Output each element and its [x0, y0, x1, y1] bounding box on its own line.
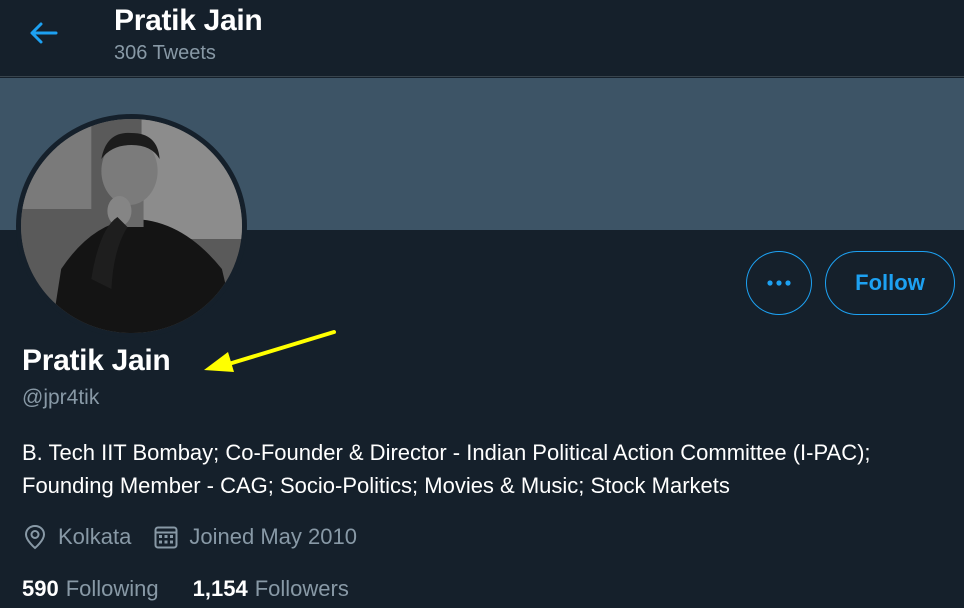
profile-bio: B. Tech IIT Bombay; Co-Founder & Directo… [22, 440, 871, 498]
follow-button[interactable]: Follow [825, 251, 955, 315]
following-count: 590 [22, 576, 59, 601]
header-title: Pratik Jain [114, 4, 263, 37]
avatar[interactable] [16, 114, 247, 338]
joined-text: Joined May 2010 [189, 524, 357, 549]
profile-stats: 590 Following 1,154 Followers [22, 572, 383, 606]
location-text: Kolkata [58, 524, 132, 549]
profile-page: Pratik Jain 306 Tweets Follow Pratik Jai… [0, 0, 964, 608]
following-label: Following [65, 576, 159, 601]
more-horizontal-icon [767, 280, 791, 286]
more-options-button[interactable] [746, 251, 812, 315]
calendar-icon [154, 526, 178, 549]
following-link[interactable]: 590 Following [22, 576, 159, 602]
followers-count: 1,154 [192, 576, 248, 601]
header-tweet-count: 306 Tweets [114, 42, 216, 64]
profile-display-name: Pratik Jain [22, 344, 171, 377]
back-button[interactable] [22, 14, 66, 52]
location-pin-icon [24, 524, 46, 550]
profile-header-bar: Pratik Jain 306 Tweets [0, 0, 964, 77]
location-item: Kolkata [22, 524, 131, 550]
arrow-left-icon [30, 22, 58, 44]
profile-handle: @jpr4tik [22, 386, 100, 409]
followers-label: Followers [254, 576, 349, 601]
annotation-arrow-icon [204, 330, 336, 372]
profile-meta: Kolkata Joined May 2010 [22, 520, 379, 554]
joined-item: Joined May 2010 [153, 524, 357, 550]
followers-link[interactable]: 1,154 Followers [193, 576, 349, 602]
avatar-photo [21, 119, 242, 333]
